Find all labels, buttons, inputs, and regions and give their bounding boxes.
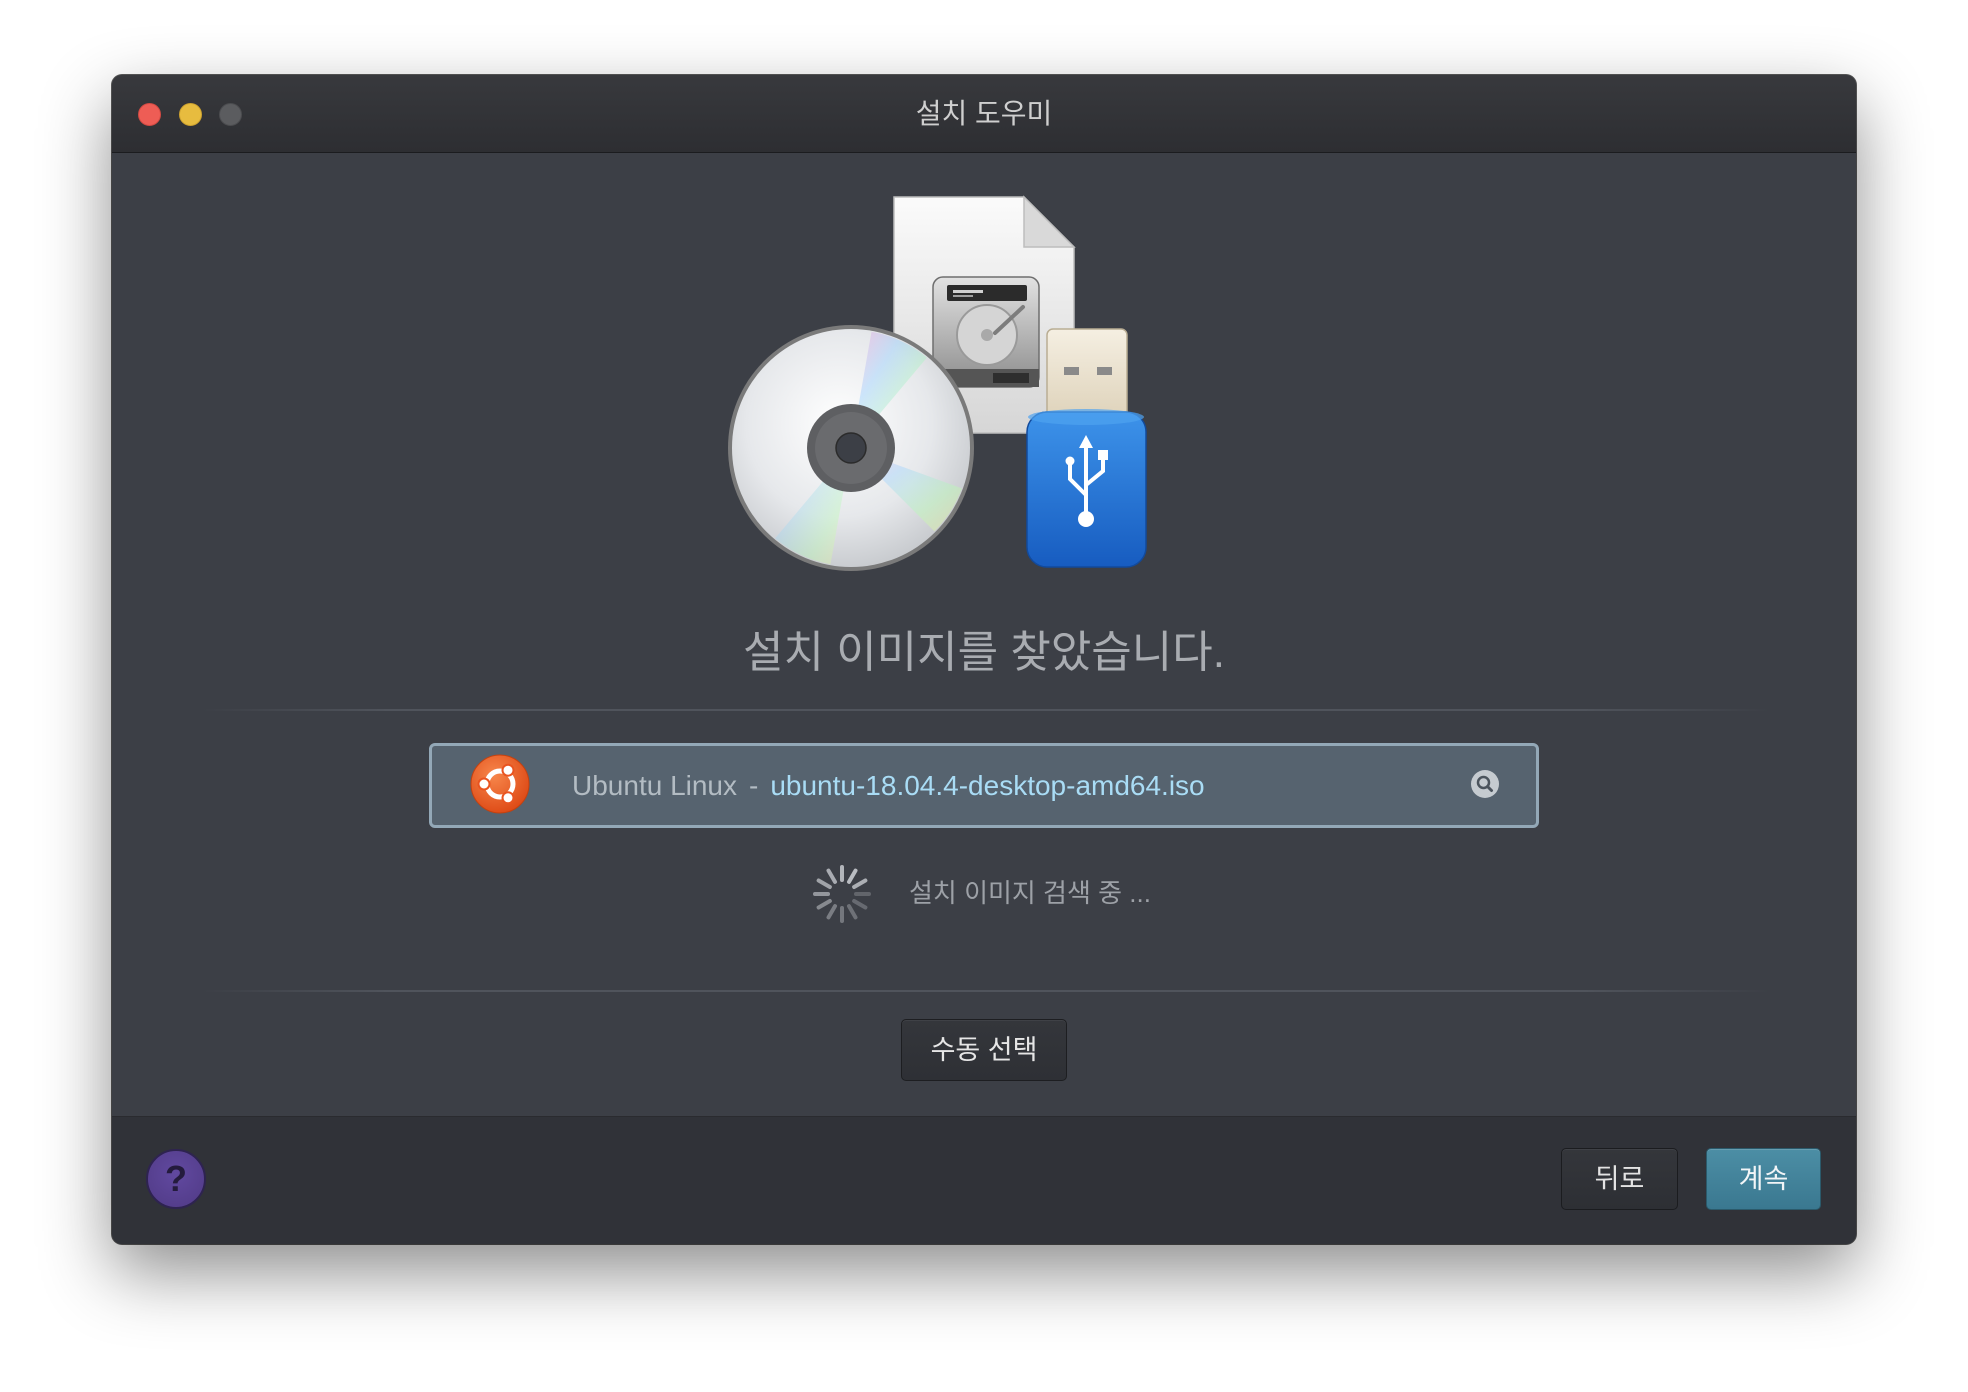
ubuntu-logo-icon <box>470 754 530 814</box>
continue-button[interactable]: 계속 <box>1706 1148 1821 1210</box>
separator: - <box>749 770 759 801</box>
divider <box>201 990 1770 992</box>
footer-bar: ? 뒤로 계속 <box>112 1116 1856 1244</box>
page-heading: 설치 이미지를 찾았습니다. <box>743 628 1225 677</box>
window-title: 설치 도우미 <box>915 98 1053 129</box>
manual-select-button[interactable]: 수동 선택 <box>901 1019 1067 1081</box>
title-bar[interactable]: 설치 도우미 <box>112 75 1856 153</box>
help-button[interactable]: ? <box>146 1149 206 1209</box>
divider <box>201 709 1770 711</box>
iso-file-name: ubuntu-18.04.4-desktop-amd64.iso <box>770 770 1205 801</box>
hard-drive-icon <box>932 276 1040 388</box>
search-icon[interactable] <box>1470 769 1500 799</box>
found-image-label: Ubuntu Linux - ubuntu-18.04.4-desktop-amd6… <box>572 746 1205 825</box>
spinner-icon <box>813 865 871 923</box>
os-name: Ubuntu Linux <box>572 770 738 801</box>
installation-assistant-window: 설치 도우미 설치 이미지를 찾았습니다. Ubuntu Linux - ubu… <box>112 75 1856 1244</box>
search-status-text: 설치 이미지 검색 중 ... <box>909 878 1151 908</box>
disc-icon <box>728 325 974 571</box>
install-media-illustration <box>728 195 1147 571</box>
found-install-image-item[interactable]: Ubuntu Linux - ubuntu-18.04.4-desktop-amd6… <box>429 743 1539 828</box>
back-button[interactable]: 뒤로 <box>1561 1148 1678 1210</box>
